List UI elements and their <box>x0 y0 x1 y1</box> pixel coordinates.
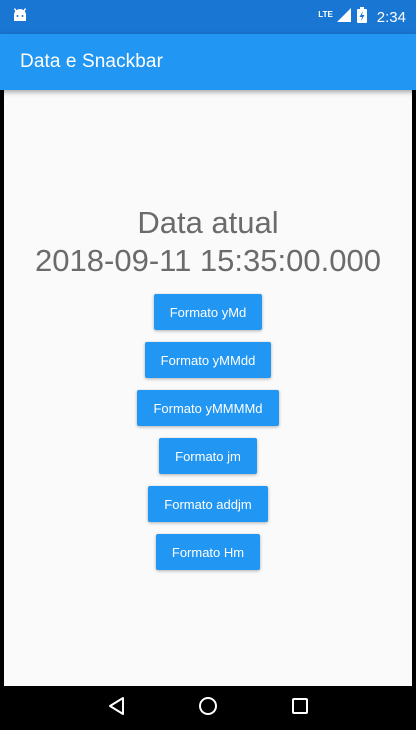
format-ymd-button[interactable]: Formato yMd <box>153 294 263 330</box>
format-jm-button[interactable]: Formato jm <box>159 438 257 474</box>
recents-button[interactable] <box>280 688 320 728</box>
signal-icon <box>336 8 351 26</box>
status-left <box>12 7 28 27</box>
status-right: LTE 2:34 <box>318 7 406 27</box>
format-ymmdd-button[interactable]: Formato yMMdd <box>144 342 272 378</box>
battery-charging-icon <box>356 7 367 27</box>
app-bar: Data e Snackbar <box>0 34 416 90</box>
home-button[interactable] <box>188 688 228 728</box>
format-addjm-button[interactable]: Formato addjm <box>148 486 268 522</box>
navigation-bar <box>0 686 416 730</box>
format-ymmmmd-button[interactable]: Formato yMMMMd <box>137 390 279 426</box>
back-button[interactable] <box>96 688 136 728</box>
format-buttons: Formato yMd Formato yMMdd Formato yMMMMd… <box>137 294 279 582</box>
format-hm-button[interactable]: Formato Hm <box>155 534 261 570</box>
main-content: Data atual 2018-09-11 15:35:00.000 Forma… <box>4 90 412 686</box>
recents-icon <box>291 697 309 720</box>
app-title: Data e Snackbar <box>20 51 164 72</box>
status-bar: LTE 2:34 <box>0 0 416 34</box>
home-icon <box>198 696 218 721</box>
back-icon <box>107 696 125 721</box>
clock: 2:34 <box>376 8 406 26</box>
network-type: LTE <box>318 9 333 19</box>
android-debug-icon <box>12 7 28 27</box>
date-value: 2018-09-11 15:35:00.000 <box>35 243 381 278</box>
date-label: Data atual <box>137 205 279 240</box>
